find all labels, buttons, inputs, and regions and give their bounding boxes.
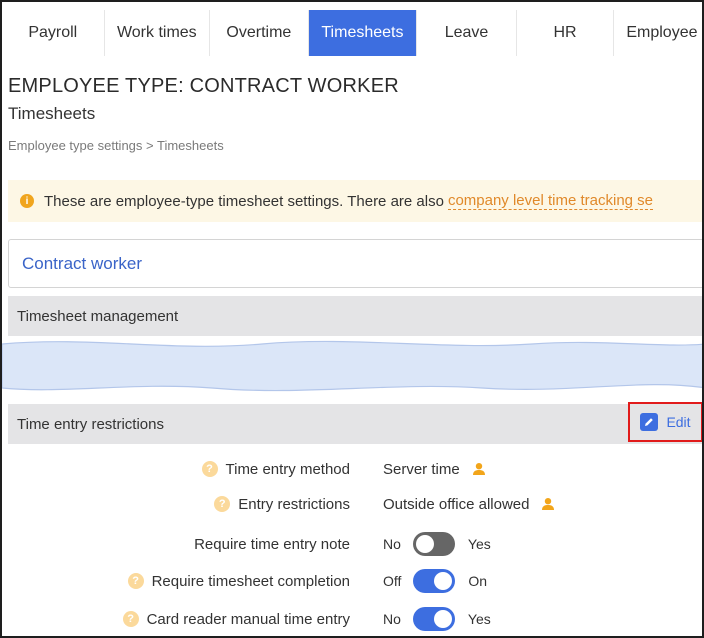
breadcrumb[interactable]: Employee type settings > Timesheets [8,138,224,153]
time-entry-restrictions-header: Time entry restrictions [8,404,702,444]
setting-label: Entry restrictions [238,495,350,513]
toggle-switch[interactable] [412,532,455,556]
setting-row-require-timesheet-completion: ? Require timesheet completion Off On [2,566,702,596]
help-icon[interactable]: ? [122,611,139,627]
tab-hr[interactable]: HR [516,10,615,56]
toggle-on-label: Yes [467,611,491,627]
edit-icon [640,413,659,431]
page-subtitle: Timesheets [8,104,96,123]
setting-value: Outside office allowed [383,495,530,513]
setting-label: Require timesheet completion [151,572,350,590]
person-icon [472,462,486,476]
employee-type-value: Contract worker [22,253,142,273]
setting-label: Card reader manual time entry [146,610,350,628]
toggle-off-label: No [383,536,401,552]
setting-row-entry-restrictions: ? Entry restrictions Outside office allo… [2,489,702,519]
help-icon[interactable]: ? [201,461,218,477]
toggle-switch[interactable] [412,607,455,631]
person-icon [541,497,555,511]
page-title: EMPLOYEE TYPE: CONTRACT WORKER [8,75,399,97]
timesheet-management-header: Timesheet management [8,296,702,336]
company-settings-link[interactable]: company level time tracking se [447,192,654,210]
edit-label: Edit [666,414,691,430]
setting-value: Server time [383,460,460,478]
tab-leave[interactable]: Leave [417,10,517,56]
notice-text: These are employee-type timesheet settin… [44,192,444,210]
tab-payroll[interactable]: Payroll [2,10,105,56]
setting-row-require-time-entry-note: Require time entry note No Yes [2,529,702,559]
tab-work-times[interactable]: Work times [104,10,211,56]
info-notice: i These are employee-type timesheet sett… [8,180,702,222]
tab-timesheets[interactable]: Timesheets [308,10,418,56]
edit-button[interactable]: Edit [628,402,702,442]
setting-row-time-entry-method: ? Time entry method Server time [2,454,702,484]
toggle-on-label: On [468,573,488,589]
setting-label: Time entry method [225,460,351,478]
help-icon[interactable]: ? [214,496,231,512]
toggle-on-label: Yes [467,536,491,552]
setting-label: Require time entry note [194,535,350,553]
section-title: Time entry restrictions [17,415,164,433]
toggle-switch[interactable] [413,569,456,593]
tab-bar: Payroll Work times Overtime Timesheets L… [2,10,702,56]
employee-type-select[interactable]: Contract worker [8,239,702,288]
help-icon[interactable]: ? [127,573,144,589]
setting-row-card-reader-manual-entry: ? Card reader manual time entry No Yes [2,604,702,634]
section-title: Timesheet management [17,307,179,325]
info-icon: i [20,194,34,208]
toggle-off-label: Off [383,573,402,589]
tab-employee[interactable]: Employee [614,10,702,56]
collapsed-content-placeholder [2,340,702,392]
app-window: Payroll Work times Overtime Timesheets L… [0,0,704,638]
tab-overtime[interactable]: Overtime [210,10,309,56]
toggle-off-label: No [383,611,401,627]
